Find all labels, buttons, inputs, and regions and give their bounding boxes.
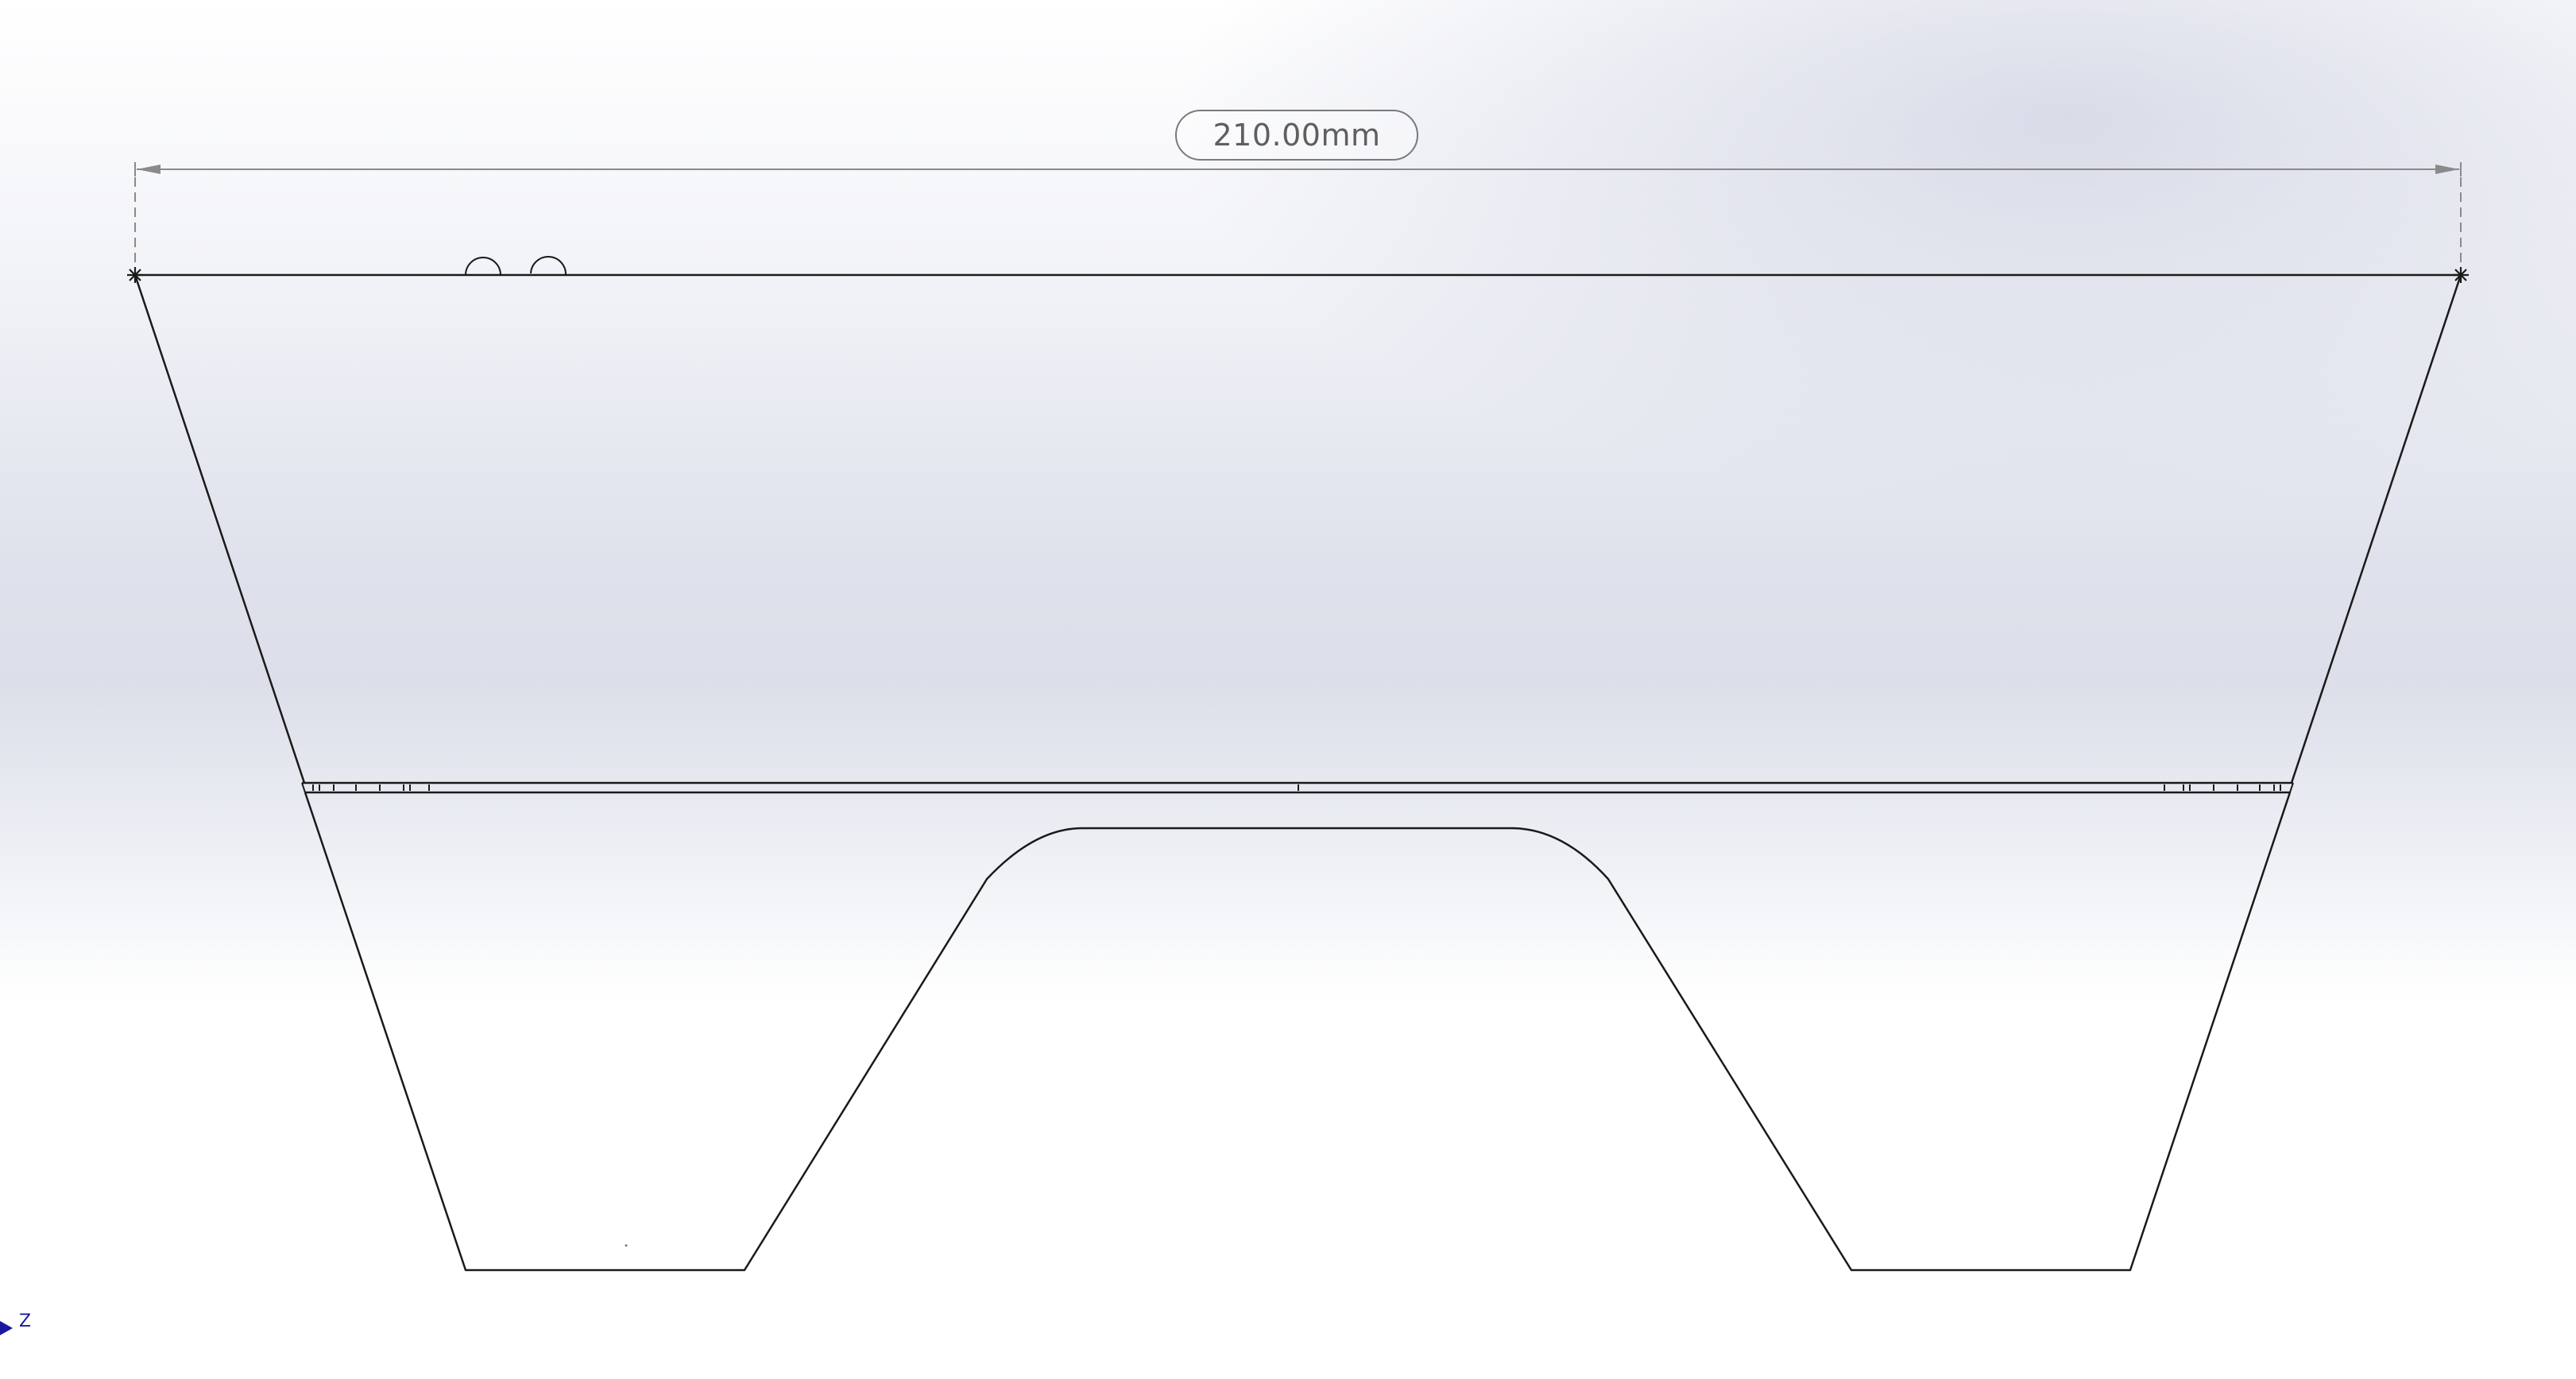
sketch-upper-right-side[interactable]: [2290, 274, 2462, 784]
sketch-band-right-end: [2289, 782, 2294, 793]
sketch-band-left-end: [301, 782, 306, 793]
sketch-band-ticks-left: [312, 784, 430, 791]
dimension-arrow-left: [137, 165, 161, 174]
dimension-arrow-right: [2435, 165, 2459, 174]
sketch-stray-point: [625, 1244, 628, 1247]
sketch-canvas[interactable]: [0, 0, 2576, 1379]
sketch-upper-left-side[interactable]: [133, 274, 306, 784]
graphics-viewport[interactable]: 210.00mm Z: [0, 0, 2576, 1379]
sketch-lower-profile[interactable]: [304, 792, 2292, 1272]
triad-axis-label: Z: [19, 1311, 32, 1331]
z-axis-arrow-icon: [0, 1321, 13, 1335]
dimension-value-callout[interactable]: 210.00mm: [1175, 110, 1418, 161]
sketch-band-ticks-right: [2164, 784, 2281, 791]
sketch-arc-1[interactable]: [465, 257, 501, 276]
dimension-value-text: 210.00mm: [1213, 118, 1381, 153]
sketch-arc-2[interactable]: [530, 256, 567, 276]
